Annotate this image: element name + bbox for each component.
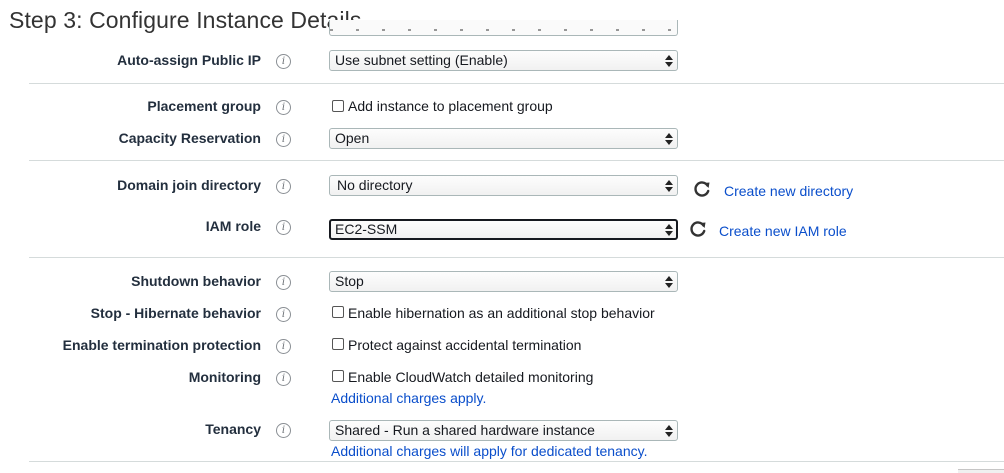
iam-role-info-icon[interactable]: i [276, 220, 291, 235]
capacity-reservation-label: Capacity Reservation [118, 130, 261, 146]
monitoring-label: Monitoring [188, 369, 261, 385]
termination-protection-label: Enable termination protection [62, 337, 261, 353]
divider [29, 83, 1004, 84]
public-ip-select[interactable]: Use subnet setting (Enable) [329, 50, 678, 71]
hibernate-info-icon[interactable]: i [276, 307, 291, 322]
select-arrows-icon [665, 273, 673, 290]
scrollbar-stub[interactable] [958, 469, 1004, 473]
termination-protection-checkbox[interactable] [332, 338, 344, 350]
select-arrows-icon [665, 130, 673, 147]
tenancy-select[interactable]: Shared - Run a shared hardware instance [329, 420, 678, 441]
domain-join-select-value: No directory [337, 177, 413, 193]
iam-role-select[interactable]: EC2-SSM [329, 219, 678, 240]
network-select-partial[interactable] [329, 20, 678, 36]
tenancy-info-icon[interactable]: i [276, 423, 291, 438]
monitoring-info-icon[interactable]: i [276, 371, 291, 386]
divider [29, 257, 1004, 258]
tenancy-label: Tenancy [205, 421, 261, 437]
shutdown-behavior-select[interactable]: Stop [329, 271, 678, 292]
placement-group-checkbox-label[interactable]: Add instance to placement group [348, 98, 553, 114]
create-new-directory-link[interactable]: Create new directory [724, 183, 853, 199]
select-arrows-icon [665, 177, 673, 194]
divider [29, 461, 1004, 462]
hibernate-checkbox-label[interactable]: Enable hibernation as an additional stop… [348, 305, 655, 321]
public-ip-select-value: Use subnet setting (Enable) [335, 52, 508, 68]
hibernate-checkbox[interactable] [332, 306, 344, 318]
monitoring-checkbox-label[interactable]: Enable CloudWatch detailed monitoring [348, 369, 593, 385]
domain-join-label: Domain join directory [117, 177, 261, 193]
placement-group-info-icon[interactable]: i [276, 100, 291, 115]
public-ip-label: Auto-assign Public IP [117, 52, 261, 68]
public-ip-info-icon[interactable]: i [276, 54, 291, 69]
termination-protection-checkbox-label[interactable]: Protect against accidental termination [348, 337, 581, 353]
select-arrows-icon [665, 422, 673, 439]
shutdown-behavior-select-value: Stop [335, 273, 364, 289]
cut-off-text [330, 29, 677, 31]
tenancy-charges-link[interactable]: Additional charges will apply for dedica… [331, 443, 647, 459]
create-new-iam-role-link[interactable]: Create new IAM role [719, 223, 847, 239]
shutdown-behavior-label: Shutdown behavior [131, 273, 261, 289]
refresh-directory-icon[interactable] [693, 180, 711, 198]
termination-protection-info-icon[interactable]: i [276, 339, 291, 354]
shutdown-behavior-info-icon[interactable]: i [276, 275, 291, 290]
tenancy-select-value: Shared - Run a shared hardware instance [335, 422, 595, 438]
select-arrows-icon [665, 221, 673, 238]
refresh-iam-role-icon[interactable] [689, 220, 707, 238]
iam-role-label: IAM role [205, 218, 261, 234]
monitoring-charges-link[interactable]: Additional charges apply. [331, 390, 486, 406]
select-arrows-icon [665, 52, 673, 69]
divider [29, 160, 1004, 161]
domain-join-select[interactable]: No directory [329, 175, 678, 196]
hibernate-label: Stop - Hibernate behavior [90, 305, 261, 321]
page-title: Step 3: Configure Instance Details [9, 7, 362, 33]
capacity-reservation-select-value: Open [335, 130, 370, 146]
monitoring-checkbox[interactable] [332, 370, 344, 382]
capacity-reservation-info-icon[interactable]: i [276, 132, 291, 147]
placement-group-checkbox[interactable] [332, 100, 344, 112]
iam-role-select-value: EC2-SSM [335, 221, 398, 237]
placement-group-label: Placement group [147, 98, 261, 114]
capacity-reservation-select[interactable]: Open [329, 128, 678, 149]
domain-join-info-icon[interactable]: i [276, 179, 291, 194]
